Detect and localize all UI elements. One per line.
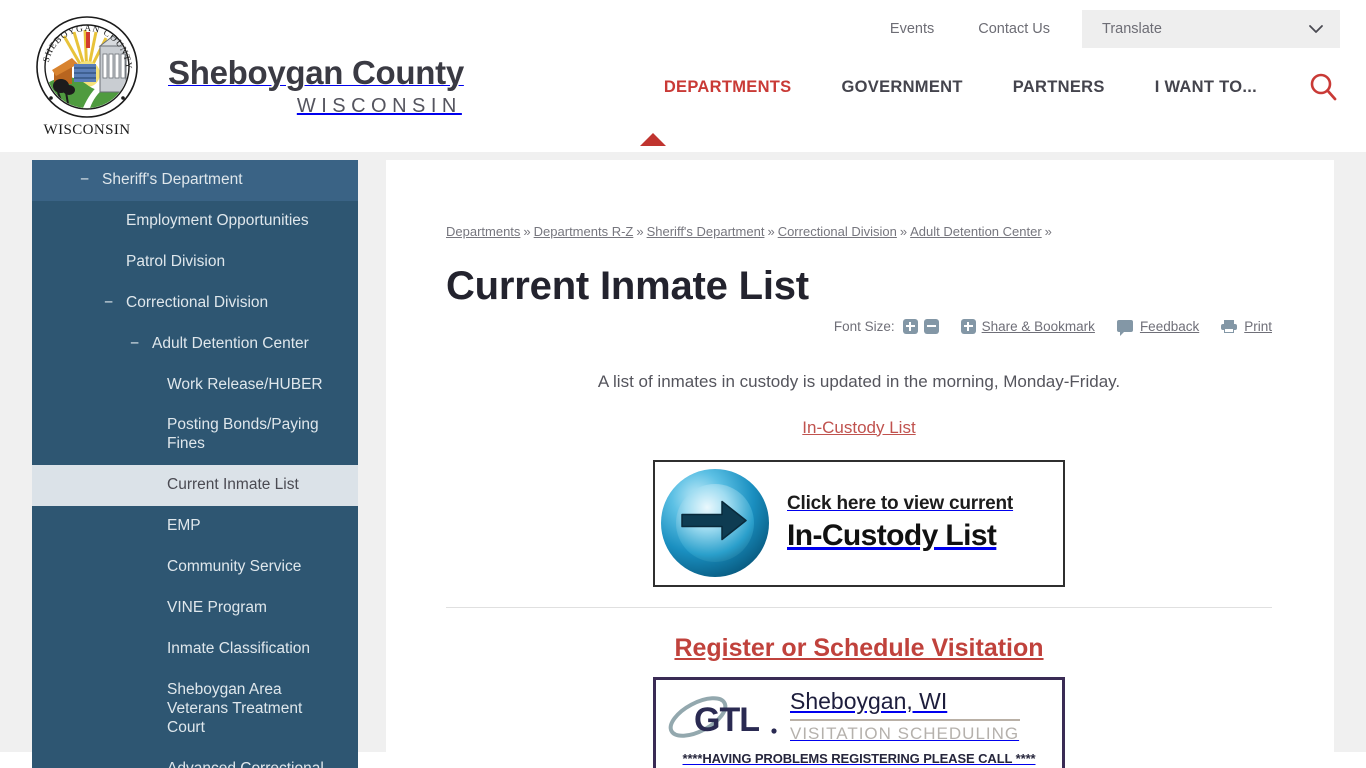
sidebar-item-advanced-correctional-healthcare[interactable]: Advanced Correctional Healthcare (32, 749, 358, 768)
breadcrumb-link-departments[interactable]: Departments (446, 224, 520, 239)
breadcrumb: Departments» Departments R-Z» Sheriff's De… (446, 222, 1272, 242)
arrow-right-circle-icon (661, 469, 769, 577)
gtl-city-label: Sheboygan, WI (790, 687, 948, 714)
sidebar-item-correctional-division[interactable]: − Correctional Division (32, 283, 358, 324)
font-size-label: Font Size: (833, 318, 895, 334)
sidebar-item-veterans-treatment-court[interactable]: Sheboygan Area Veterans Treatment Court (32, 670, 358, 749)
sidebar-item-label: Sheboygan Area Veterans Treatment Court (167, 680, 303, 736)
sidebar-item-label: VINE Program (167, 598, 267, 616)
banner-line-1: Click here to view current (787, 493, 1014, 514)
sidebar-item-emp[interactable]: EMP (32, 506, 358, 547)
utility-link-events[interactable]: Events (868, 10, 956, 48)
register-schedule-visitation-link[interactable]: Register or Schedule Visitation (446, 634, 1272, 663)
gtl-divider (790, 718, 1020, 721)
gtl-banner-top: GTL Sheboygan, WI VISITATION SCHEDULING (656, 680, 1062, 744)
print-group[interactable]: Print (1221, 319, 1272, 334)
utility-nav: Events Contact Us Translate (868, 10, 1340, 48)
sidebar-item-label: Sheriff's Department (102, 171, 243, 188)
share-plus-icon (960, 318, 976, 334)
chat-bubble-icon (1116, 320, 1133, 336)
sidebar-item-label: Employment Opportunities (126, 211, 309, 229)
active-nav-caret-icon (640, 133, 666, 146)
gtl-note: ****HAVING PROBLEMS REGISTERING PLEASE C… (682, 750, 1036, 766)
sidebar-item-label: Inmate Classification (167, 639, 311, 657)
county-seal-icon: SHEBOYGAN COUNTY WISCONSIN (28, 12, 146, 140)
chevron-down-icon (1308, 22, 1323, 36)
brand-subtitle: WISCONSIN (296, 94, 462, 117)
share-bookmark-group[interactable]: Share & Bookmark (960, 318, 1117, 334)
breadcrumb-link-correctional-division[interactable]: Correctional Division (778, 224, 897, 239)
sidebar-item-label: EMP (167, 517, 201, 535)
feedback-link[interactable]: Feedback (1140, 319, 1199, 334)
sidebar-item-vine-program[interactable]: VINE Program (32, 588, 358, 629)
translate-label: Translate (1102, 21, 1162, 37)
sidebar-item-employment-opportunities[interactable]: Employment Opportunities (32, 201, 358, 242)
breadcrumb-separator: » (523, 224, 531, 239)
main-navigation: DEPARTMENTS GOVERNMENT PARTNERS I WANT T… (639, 68, 1342, 106)
gtl-visitation-banner[interactable]: GTL Sheboygan, WI VISITATION SCHEDULING … (653, 676, 1065, 768)
site-header: SHEBOYGAN COUNTY WISCONSIN Sheboygan Cou… (0, 0, 1366, 168)
sidebar-item-label: Community Service (167, 558, 302, 576)
feedback-group[interactable]: Feedback (1116, 319, 1221, 336)
in-custody-list-link[interactable]: In-Custody List (446, 418, 1272, 438)
nav-item-partners[interactable]: PARTNERS (988, 78, 1130, 97)
sidebar-item-community-service[interactable]: Community Service (32, 547, 358, 588)
share-bookmark-link[interactable]: Share & Bookmark (982, 319, 1095, 334)
sidebar-item-inmate-classification[interactable]: Inmate Classification (32, 629, 358, 670)
breadcrumb-separator: » (636, 224, 644, 239)
translate-dropdown[interactable]: Translate (1082, 10, 1340, 48)
gtl-subtitle: VISITATION SCHEDULING (790, 723, 1020, 743)
collapse-icon[interactable]: − (130, 335, 139, 354)
font-decrease-button[interactable] (923, 318, 939, 334)
breadcrumb-link-sheriffs-department[interactable]: Sheriff's Department (647, 224, 765, 239)
nav-item-government[interactable]: GOVERNMENT (817, 78, 988, 97)
search-icon[interactable] (1304, 68, 1342, 106)
sidebar-item-label: Work Release/HUBER (167, 375, 323, 393)
brand-text: Sheboygan County WISCONSIN (168, 34, 464, 118)
banner-line-2: In-Custody List (787, 519, 997, 552)
sidebar-item-label: Patrol Division (126, 252, 226, 270)
breadcrumb-separator: » (1044, 224, 1052, 239)
printer-icon (1221, 319, 1238, 333)
sidebar-item-adult-detention-center[interactable]: − Adult Detention Center (32, 324, 358, 365)
svg-text:WISCONSIN: WISCONSIN (44, 122, 131, 138)
sidebar-item-current-inmate-list[interactable]: Current Inmate List (32, 465, 358, 507)
brand-title: Sheboygan County (168, 54, 464, 92)
intro-text: A list of inmates in custody is updated … (597, 371, 1121, 391)
breadcrumb-link-departments-r-z[interactable]: Departments R-Z (534, 224, 634, 239)
sidebar-item-label: Advanced Correctional Healthcare (167, 759, 324, 768)
page-body: − Sheriff's Department Employment Opport… (0, 152, 1366, 768)
svg-text:GTL: GTL (694, 701, 759, 739)
gtl-banner-right: Sheboygan, WI VISITATION SCHEDULING (784, 687, 1020, 744)
sidebar-item-patrol-division[interactable]: Patrol Division (32, 242, 358, 283)
sidebar-item-posting-bonds-paying-fines[interactable]: Posting Bonds/Paying Fines (32, 405, 358, 465)
sidebar-item-work-release-huber[interactable]: Work Release/HUBER (32, 365, 358, 406)
nav-item-departments[interactable]: DEPARTMENTS (639, 78, 817, 97)
gtl-logo-icon: GTL (664, 693, 784, 741)
sidebar-item-sheriffs-department[interactable]: − Sheriff's Department (32, 160, 358, 201)
breadcrumb-link-adult-detention-center[interactable]: Adult Detention Center (910, 224, 1042, 239)
print-link[interactable]: Print (1244, 319, 1272, 334)
main-content: Departments» Departments R-Z» Sheriff's De… (386, 160, 1334, 768)
breadcrumb-separator: » (767, 224, 775, 239)
in-custody-banner[interactable]: Click here to view current In-Custody Li… (653, 459, 1065, 587)
utility-link-contact-us[interactable]: Contact Us (956, 10, 1072, 48)
in-custody-banner-text: Click here to view current In-Custody Li… (769, 493, 1013, 553)
breadcrumb-separator: » (899, 224, 908, 239)
nav-item-i-want-to[interactable]: I WANT TO... (1130, 78, 1282, 97)
collapse-icon[interactable]: − (104, 294, 113, 313)
section-divider (446, 606, 1272, 608)
page-title: Current Inmate List (446, 263, 809, 308)
font-increase-button[interactable] (902, 318, 918, 334)
sidebar-item-label: Current Inmate List (167, 476, 299, 494)
page-toolbar: Font Size: Share & Bookmark Feedback Pri… (446, 318, 1272, 336)
site-logo-link[interactable]: SHEBOYGAN COUNTY WISCONSIN Sheboygan Cou… (28, 12, 464, 140)
sidebar-item-label: Correctional Division (126, 293, 269, 311)
sidebar-navigation: − Sheriff's Department Employment Opport… (32, 160, 358, 768)
gtl-banner-wrap: GTL Sheboygan, WI VISITATION SCHEDULING … (446, 676, 1272, 768)
sidebar-item-label: Adult Detention Center (152, 334, 309, 352)
collapse-icon[interactable]: − (80, 171, 89, 190)
sidebar-item-label: Posting Bonds/Paying Fines (167, 416, 319, 453)
in-custody-banner-wrap: Click here to view current In-Custody Li… (446, 459, 1272, 587)
